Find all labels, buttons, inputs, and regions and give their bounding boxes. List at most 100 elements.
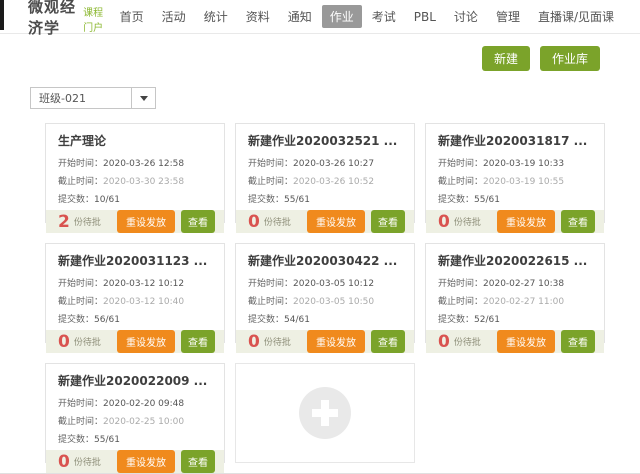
nav-item-1[interactable]: 活动 (154, 5, 194, 28)
assignment-title: 生产理论 (58, 132, 214, 149)
nav-item-2[interactable]: 统计 (196, 5, 236, 28)
assignment-card: 新建作业2020031817 ... 开始时间：2020-03-19 10:33… (425, 123, 605, 223)
assignment-title: 新建作业2020031123 ... (58, 252, 214, 269)
pending-label: 份待批 (264, 215, 291, 228)
assignment-title: 新建作业2020032521 ... (248, 132, 404, 149)
reset-distribute-button[interactable]: 重设发放 (497, 210, 555, 233)
nav-item-5[interactable]: 作业 (322, 5, 362, 28)
top-header: 微观经济学 课程门户 首页活动统计资料通知作业考试PBL讨论管理直播课/见面课 (0, 0, 640, 34)
assignment-toolbar: 新建 作业库 (0, 34, 640, 71)
class-select[interactable]: 班级-021 (30, 87, 156, 109)
assignment-cards-grid: 生产理论 开始时间：2020-03-26 12:58 截止时间：2020-03-… (45, 123, 605, 463)
submit-count-line: 提交数：54/61 (248, 312, 404, 325)
assignment-card-body: 新建作业2020031123 ... 开始时间：2020-03-12 10:12… (46, 244, 224, 330)
course-title: 微观经济学 (28, 0, 81, 38)
assignment-title: 新建作业2020030422 ... (248, 252, 404, 269)
assignment-card: 生产理论 开始时间：2020-03-26 12:58 截止时间：2020-03-… (45, 123, 225, 223)
assignment-card-body: 新建作业2020022009 ... 开始时间：2020-02-20 09:48… (46, 364, 224, 450)
nav-item-10[interactable]: 直播课/见面课 (530, 5, 622, 28)
new-assignment-button[interactable]: 新建 (482, 46, 530, 71)
reset-distribute-button[interactable]: 重设发放 (307, 210, 365, 233)
reset-distribute-button[interactable]: 重设发放 (117, 210, 175, 233)
reset-distribute-button[interactable]: 重设发放 (497, 330, 555, 353)
start-time-line: 开始时间：2020-02-27 10:38 (438, 276, 594, 289)
assignment-card: 新建作业2020022009 ... 开始时间：2020-02-20 09:48… (45, 363, 225, 463)
end-time-line: 截止时间：2020-02-25 10:00 (58, 414, 214, 427)
pending-count: 0 (248, 212, 260, 232)
end-time-line: 截止时间：2020-02-27 11:00 (438, 294, 594, 307)
plus-icon (299, 387, 351, 439)
assignment-card-footer: 2 份待批 重设发放 查看 (46, 210, 224, 233)
assignment-card: 新建作业2020032521 ... 开始时间：2020-03-26 10:27… (235, 123, 415, 223)
filter-row: 班级-021 (30, 87, 640, 109)
pending-label: 份待批 (74, 455, 101, 468)
view-button[interactable]: 查看 (371, 330, 405, 353)
portal-label: 课程门户 (83, 4, 110, 34)
pending-count: 2 (58, 212, 70, 232)
submit-count-line: 提交数：55/61 (248, 192, 404, 205)
main-nav: 首页活动统计资料通知作业考试PBL讨论管理直播课/见面课 (110, 5, 622, 28)
submit-count-line: 提交数：55/61 (438, 192, 594, 205)
end-time-line: 截止时间：2020-03-26 10:52 (248, 174, 404, 187)
class-select-value: 班级-021 (31, 88, 131, 108)
view-button[interactable]: 查看 (561, 330, 595, 353)
pending-count: 0 (438, 212, 450, 232)
assignment-card-footer: 0 份待批 重设发放 查看 (236, 210, 414, 233)
assignment-card-body: 生产理论 开始时间：2020-03-26 12:58 截止时间：2020-03-… (46, 124, 224, 210)
assignment-title: 新建作业2020031817 ... (438, 132, 594, 149)
corner-mark (0, 0, 4, 30)
end-time-line: 截止时间：2020-03-19 10:55 (438, 174, 594, 187)
pending-label: 份待批 (264, 335, 291, 348)
pending-label: 份待批 (454, 215, 481, 228)
end-time-line: 截止时间：2020-03-05 10:50 (248, 294, 404, 307)
pending-label: 份待批 (74, 335, 101, 348)
assignment-library-button[interactable]: 作业库 (540, 46, 600, 71)
assignment-card-body: 新建作业2020022615 ... 开始时间：2020-02-27 10:38… (426, 244, 604, 330)
view-button[interactable]: 查看 (371, 210, 405, 233)
nav-item-4[interactable]: 通知 (280, 5, 320, 28)
start-time-line: 开始时间：2020-03-19 10:33 (438, 156, 594, 169)
view-button[interactable]: 查看 (181, 330, 215, 353)
nav-item-9[interactable]: 管理 (488, 5, 528, 28)
pending-label: 份待批 (454, 335, 481, 348)
pending-count: 0 (58, 452, 70, 472)
nav-item-0[interactable]: 首页 (112, 5, 152, 28)
nav-item-6[interactable]: 考试 (364, 5, 404, 28)
view-button[interactable]: 查看 (561, 210, 595, 233)
reset-distribute-button[interactable]: 重设发放 (307, 330, 365, 353)
end-time-line: 截止时间：2020-03-30 23:58 (58, 174, 214, 187)
start-time-line: 开始时间：2020-03-05 10:12 (248, 276, 404, 289)
reset-distribute-button[interactable]: 重设发放 (117, 330, 175, 353)
start-time-line: 开始时间：2020-03-12 10:12 (58, 276, 214, 289)
submit-count-line: 提交数：55/61 (58, 432, 214, 445)
view-button[interactable]: 查看 (181, 210, 215, 233)
assignment-card-footer: 0 份待批 重设发放 查看 (426, 210, 604, 233)
add-assignment-card[interactable] (235, 363, 415, 463)
assignment-card: 新建作业2020031123 ... 开始时间：2020-03-12 10:12… (45, 243, 225, 343)
start-time-line: 开始时间：2020-02-20 09:48 (58, 396, 214, 409)
nav-item-7[interactable]: PBL (406, 7, 444, 27)
submit-count-line: 提交数：52/61 (438, 312, 594, 325)
assignment-card-body: 新建作业2020032521 ... 开始时间：2020-03-26 10:27… (236, 124, 414, 210)
assignment-card-footer: 0 份待批 重设发放 查看 (426, 330, 604, 353)
assignment-title: 新建作业2020022009 ... (58, 372, 214, 389)
assignment-title: 新建作业2020022615 ... (438, 252, 594, 269)
start-time-line: 开始时间：2020-03-26 10:27 (248, 156, 404, 169)
pending-count: 0 (248, 332, 260, 352)
submit-count-line: 提交数：10/61 (58, 192, 214, 205)
assignment-card: 新建作业2020022615 ... 开始时间：2020-02-27 10:38… (425, 243, 605, 343)
view-button[interactable]: 查看 (181, 450, 215, 473)
end-time-line: 截止时间：2020-03-12 10:40 (58, 294, 214, 307)
chevron-down-icon[interactable] (131, 88, 155, 108)
assignment-card-body: 新建作业2020031817 ... 开始时间：2020-03-19 10:33… (426, 124, 604, 210)
reset-distribute-button[interactable]: 重设发放 (117, 450, 175, 473)
start-time-line: 开始时间：2020-03-26 12:58 (58, 156, 214, 169)
pending-label: 份待批 (74, 215, 101, 228)
pending-count: 0 (58, 332, 70, 352)
assignment-card-footer: 0 份待批 重设发放 查看 (46, 330, 224, 353)
assignment-card-body: 新建作业2020030422 ... 开始时间：2020-03-05 10:12… (236, 244, 414, 330)
assignment-card: 新建作业2020030422 ... 开始时间：2020-03-05 10:12… (235, 243, 415, 343)
pending-count: 0 (438, 332, 450, 352)
nav-item-3[interactable]: 资料 (238, 5, 278, 28)
nav-item-8[interactable]: 讨论 (446, 5, 486, 28)
